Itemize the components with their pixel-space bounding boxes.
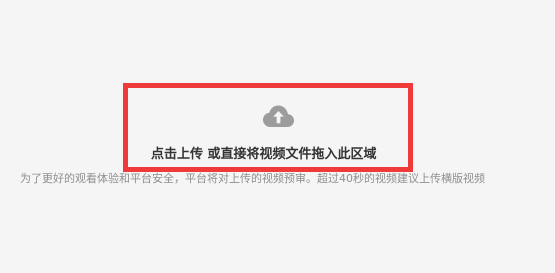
upload-help-text: 为了更好的观看体验和平台安全，平台将对上传的视频预审。超过40秒的视频建议上传横… bbox=[20, 172, 485, 185]
upload-instruction: 点击上传 或直接将视频文件拖入此区域 bbox=[151, 147, 377, 162]
cloud-upload-icon bbox=[263, 105, 294, 127]
upload-dropzone[interactable]: 点击上传 或直接将视频文件拖入此区域 bbox=[123, 83, 413, 172]
video-upload-zone[interactable]: 点击上传 或直接将视频文件拖入此区域 为了更好的观看体验和平台安全，平台将对上传… bbox=[0, 0, 555, 273]
